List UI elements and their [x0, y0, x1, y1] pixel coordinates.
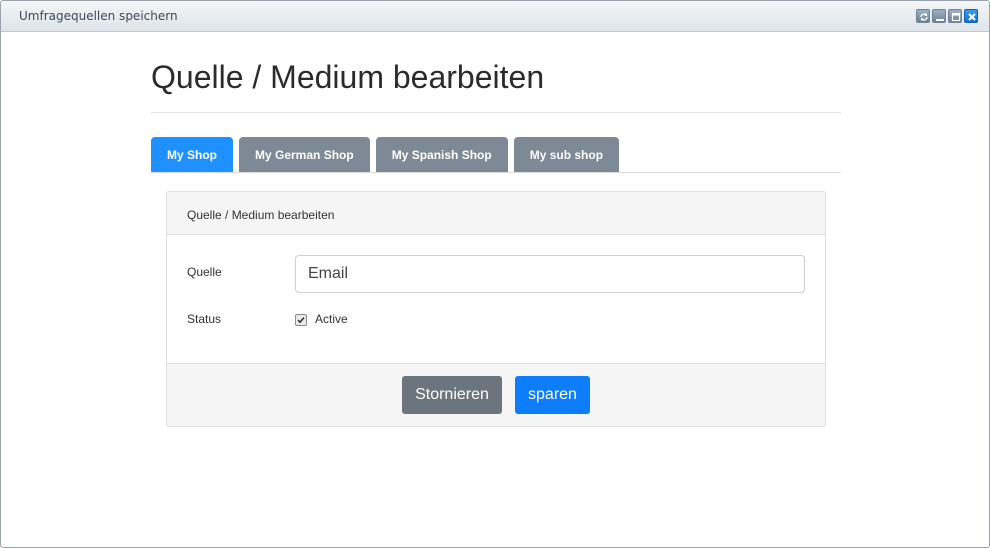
minimize-icon[interactable]	[932, 9, 946, 23]
active-checkbox-label[interactable]: Active	[315, 312, 348, 326]
cancel-button[interactable]: Stornieren	[402, 376, 502, 414]
status-label: Status	[187, 312, 222, 326]
shop-tabs: My Shop My German Shop My Spanish Shop M…	[151, 137, 620, 173]
refresh-icon[interactable]	[916, 9, 930, 23]
title-bar[interactable]: Umfragequellen speichern	[1, 1, 989, 32]
checkmark-icon	[297, 317, 305, 324]
source-label: Quelle	[187, 265, 222, 279]
window-title: Umfragequellen speichern	[19, 9, 178, 23]
panel-heading: Quelle / Medium bearbeiten	[167, 192, 825, 235]
title-divider	[151, 112, 841, 113]
tabs-divider	[151, 172, 841, 173]
dialog-window: Umfragequellen speichern Quelle / Medium…	[0, 0, 990, 548]
maximize-icon[interactable]	[948, 9, 962, 23]
tab-my-german-shop[interactable]: My German Shop	[239, 137, 370, 173]
panel-footer: Stornieren sparen	[167, 363, 825, 426]
tab-my-sub-shop[interactable]: My sub shop	[513, 137, 620, 173]
save-button[interactable]: sparen	[515, 376, 590, 414]
tab-my-spanish-shop[interactable]: My Spanish Shop	[375, 137, 508, 173]
page-title: Quelle / Medium bearbeiten	[151, 59, 545, 95]
panel-body: Quelle Status Active	[167, 235, 825, 363]
source-input[interactable]	[295, 255, 805, 293]
window-controls	[916, 9, 978, 23]
tab-my-shop[interactable]: My Shop	[151, 137, 233, 173]
edit-panel: Quelle / Medium bearbeiten Quelle Status…	[166, 191, 826, 427]
close-icon[interactable]	[964, 9, 978, 23]
active-checkbox[interactable]	[295, 314, 307, 326]
